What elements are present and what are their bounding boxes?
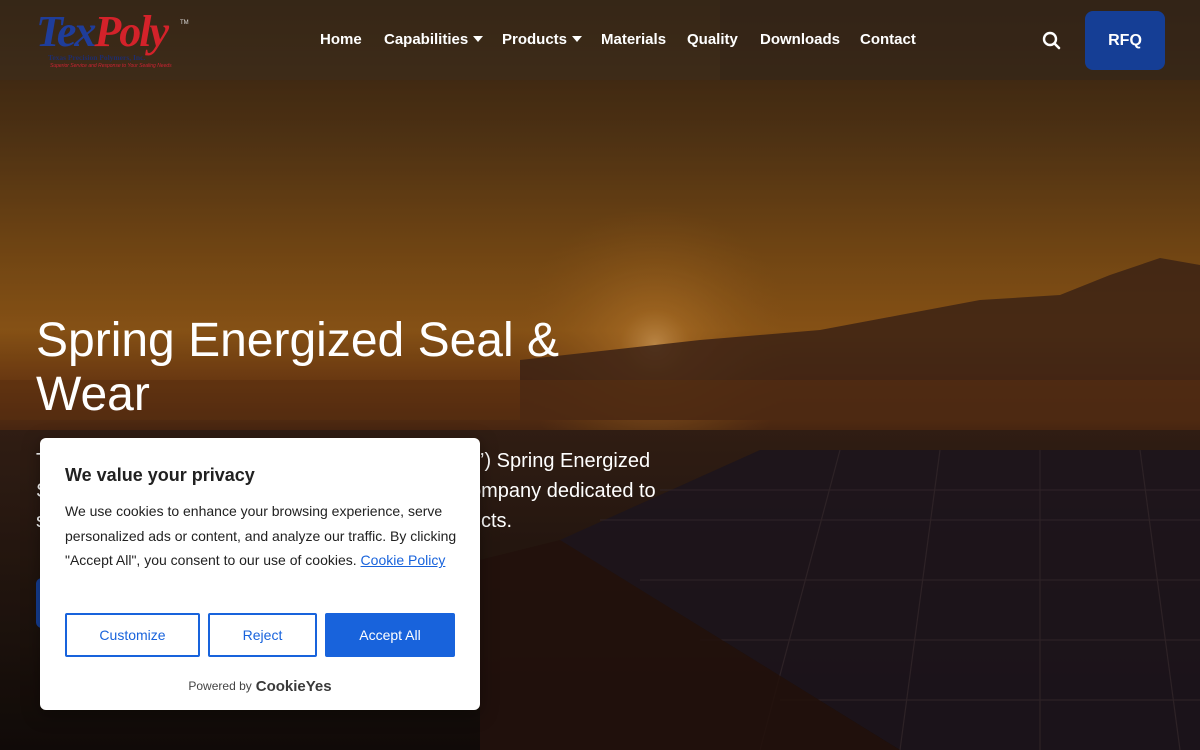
nav-products-label: Products (502, 31, 568, 48)
cookie-consent-banner: We value your privacy We use cookies to … (40, 438, 480, 710)
hero-text-fragment: ’) Spring Energized (480, 450, 651, 472)
hero-text-fragment: cts. (481, 510, 513, 532)
site-logo[interactable]: TexPoly TM Texas Precision Polymers, Inc… (36, 7, 189, 70)
nav-contact-label: Contact (860, 31, 916, 48)
nav-downloads-label: Downloads (760, 31, 841, 48)
nav-materials-label: Materials (601, 31, 667, 48)
cookie-body: We use cookies to enhance your browsing … (65, 499, 460, 573)
accept-all-button[interactable]: Accept All (325, 613, 455, 657)
search-icon[interactable] (1041, 30, 1063, 52)
site-header: TexPoly TM Texas Precision Polymers, Inc… (0, 0, 1200, 80)
powered-by-label: Powered by (188, 679, 252, 693)
nav-capabilities-label: Capabilities (384, 31, 469, 48)
cookieyes-logo[interactable]: CookieYes (256, 678, 332, 695)
rfq-button[interactable]: RFQ (1085, 11, 1165, 70)
nav-products[interactable]: Products (502, 30, 583, 50)
nav-quality[interactable]: Quality (687, 30, 738, 50)
nav-downloads[interactable]: Downloads (760, 30, 840, 50)
logo-poly: Poly (94, 7, 169, 56)
hero-title: Spring Energized Seal & Wear (36, 314, 559, 421)
nav-quality-label: Quality (687, 31, 738, 48)
chevron-down-icon (572, 36, 583, 42)
customize-button[interactable]: Customize (65, 613, 200, 657)
logo-wordmark: TexPoly (36, 7, 169, 56)
nav-home[interactable]: Home (320, 30, 362, 50)
chevron-down-icon (473, 36, 484, 42)
reject-button[interactable]: Reject (208, 613, 317, 657)
cookie-policy-link[interactable]: Cookie Policy (361, 552, 446, 568)
hero-text-fragment: ompany dedicated to (470, 480, 656, 502)
logo-tex: Tex (36, 7, 96, 56)
logo-trademark: TM (180, 20, 189, 26)
nav-materials[interactable]: Materials (601, 30, 666, 50)
powered-by: Powered by CookieYes (40, 678, 480, 695)
nav-home-label: Home (320, 31, 362, 48)
cookie-title: We value your privacy (65, 465, 255, 485)
nav-contact[interactable]: Contact (860, 30, 916, 50)
logo-company-name: Texas Precision Polymers, Inc. (48, 53, 146, 62)
logo-tagline: Superior Service and Response to Your Se… (50, 63, 172, 69)
nav-capabilities[interactable]: Capabilities (384, 30, 484, 50)
